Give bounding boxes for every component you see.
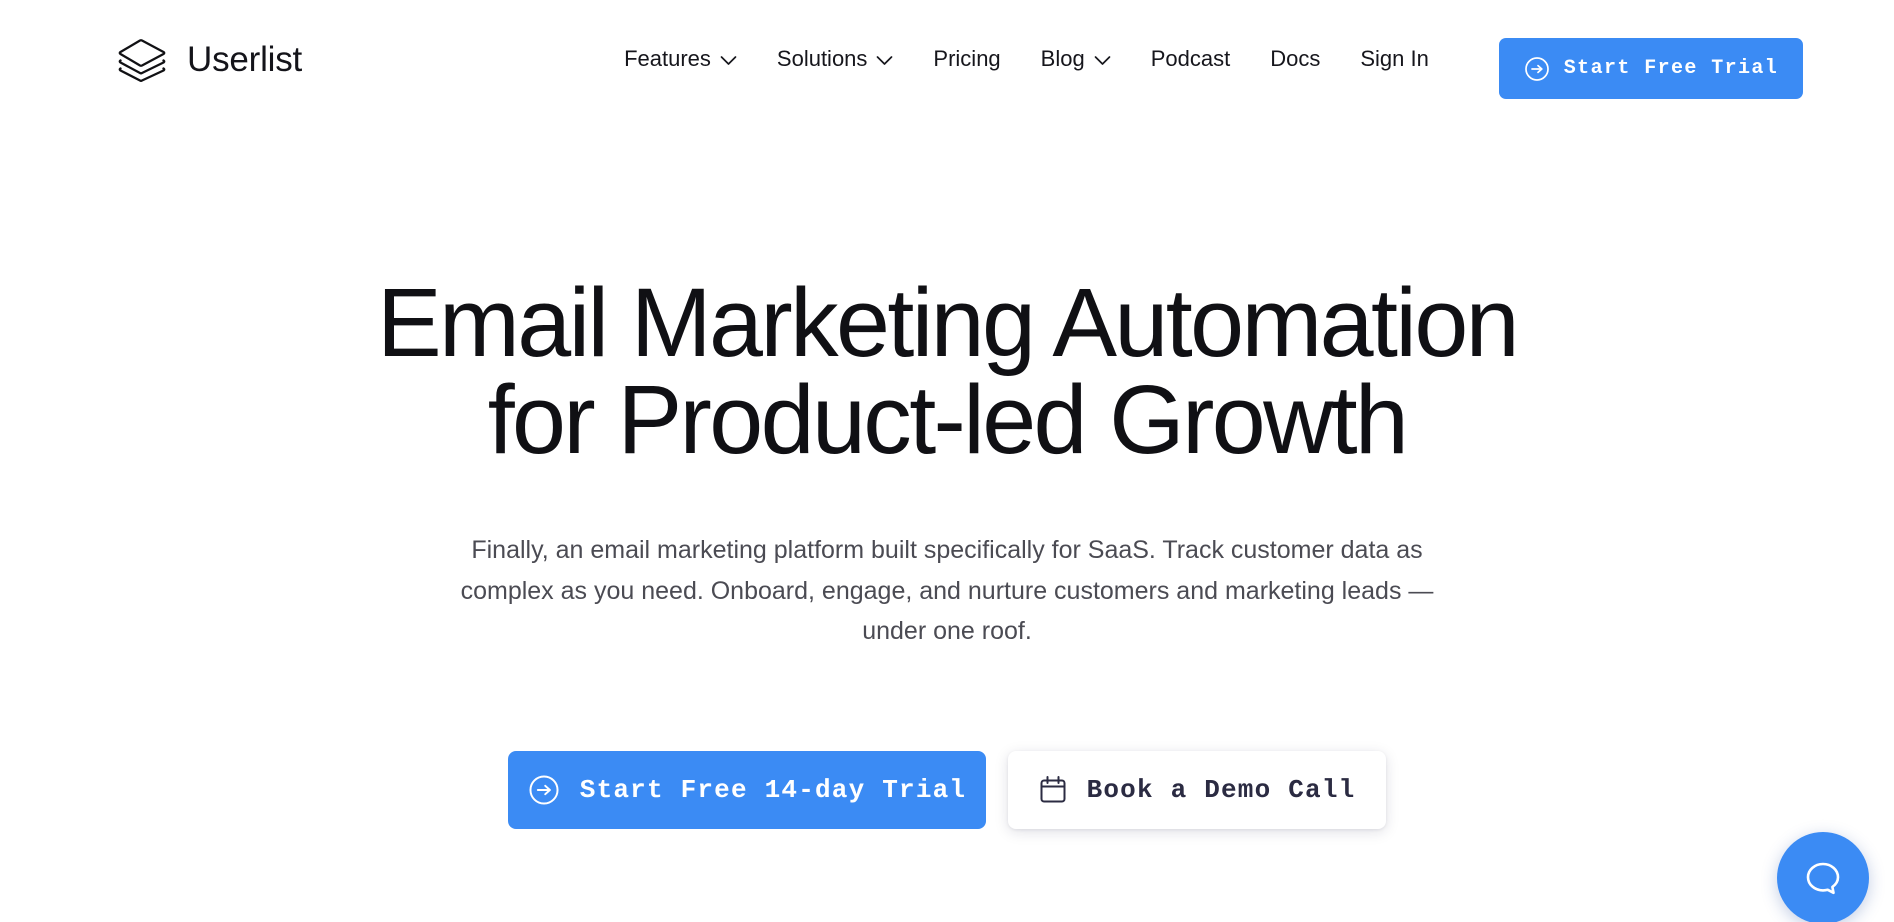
arrow-right-circle-icon (528, 774, 560, 806)
page-title: Email Marketing Automation for Product-l… (0, 274, 1894, 468)
book-demo-call-button[interactable]: Book a Demo Call (1008, 750, 1386, 829)
nav-label: Podcast (1150, 46, 1231, 71)
nav-item-pricing[interactable]: Pricing (913, 38, 1020, 80)
nav-item-podcast[interactable]: Podcast (1131, 38, 1251, 80)
brand-name: Userlist (187, 39, 303, 79)
nav-label: Solutions (776, 46, 868, 71)
hero-cta-group: Start Free 14-day Trial Book a Demo Call (0, 750, 1894, 829)
chat-widget-button[interactable] (1777, 832, 1869, 922)
start-free-trial-hero-button[interactable]: Start Free 14-day Trial (508, 750, 986, 829)
nav-label: Sign In (1360, 46, 1429, 71)
nav-item-sign-in[interactable]: Sign In (1340, 38, 1449, 80)
start-free-trial-header-button[interactable]: Start Free Trial (1499, 38, 1803, 99)
nav-item-blog[interactable]: Blog (1021, 38, 1131, 80)
nav-label: Features (624, 46, 711, 71)
calendar-icon (1039, 775, 1067, 804)
hero-section: Email Marketing Automation for Product-l… (0, 118, 1894, 829)
layers-stack-icon (113, 30, 171, 88)
site-header: Userlist Features Solutions Pricing Blog… (0, 0, 1894, 118)
chevron-down-icon (876, 52, 893, 66)
arrow-right-circle-icon (1524, 56, 1550, 82)
nav-label: Blog (1040, 46, 1085, 71)
chevron-down-icon (720, 52, 737, 66)
book-demo-call-label: Book a Demo Call (1086, 774, 1356, 805)
main-navigation: Features Solutions Pricing Blog Podcast … (604, 38, 1449, 80)
chat-bubble-icon (1803, 858, 1843, 898)
hero-title-line-1: Email Marketing Automation (376, 268, 1520, 377)
nav-label: Docs (1270, 46, 1321, 71)
brand-logo-link[interactable]: Userlist (113, 30, 302, 88)
hero-subtitle: Finally, an email marketing platform bui… (460, 536, 1434, 645)
hero-title-line-2: for Product-led Growth (487, 365, 1409, 474)
chevron-down-icon (1094, 52, 1111, 66)
nav-item-features[interactable]: Features (604, 38, 757, 80)
nav-item-docs[interactable]: Docs (1250, 38, 1340, 80)
nav-label: Pricing (933, 46, 1001, 71)
landing-page: Userlist Features Solutions Pricing Blog… (0, 0, 1894, 922)
start-free-trial-hero-label: Start Free 14-day Trial (579, 774, 967, 805)
nav-item-solutions[interactable]: Solutions (757, 38, 914, 80)
start-free-trial-header-label: Start Free Trial (1563, 57, 1779, 80)
